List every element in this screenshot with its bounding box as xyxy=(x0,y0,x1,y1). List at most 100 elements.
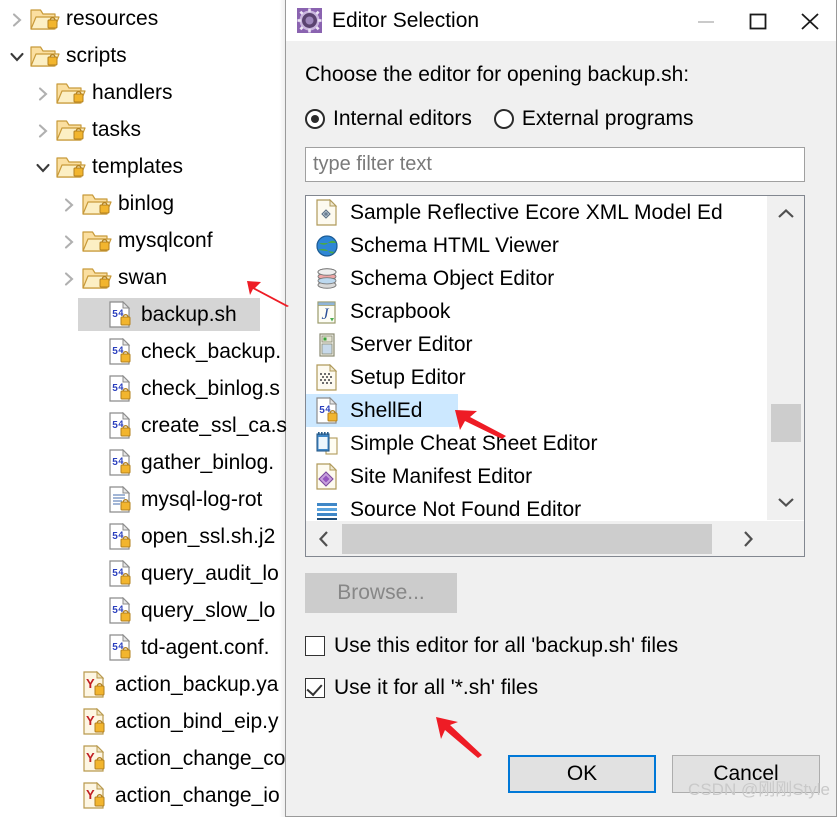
chevron-right-icon[interactable] xyxy=(58,193,80,215)
editor-type-radio-group[interactable]: Internal editors External programs xyxy=(305,107,820,131)
tree-item[interactable]: swan xyxy=(0,259,288,296)
editor-list-item[interactable]: Source Not Found Editor xyxy=(306,493,766,520)
scroll-down-icon[interactable] xyxy=(767,484,804,520)
maximize-button[interactable] xyxy=(732,0,784,41)
editor-list-item[interactable]: J Scrapbook xyxy=(306,295,766,328)
tree-item[interactable]: 5 4 check_backup. xyxy=(0,333,288,370)
tree-item[interactable]: 5 4 open_ssl.sh.j2 xyxy=(0,518,288,555)
chevron-right-icon[interactable] xyxy=(32,82,54,104)
scroll-up-icon[interactable] xyxy=(767,196,804,232)
checkbox-use-for-all-sh[interactable]: Use it for all '*.sh' files xyxy=(305,676,820,700)
checkbox-use-for-all-sh-box[interactable] xyxy=(305,678,325,698)
tree-item[interactable]: 5 4 create_ssl_ca.s xyxy=(0,407,288,444)
editor-list-item[interactable]: Server Editor xyxy=(306,328,766,361)
horizontal-scrollbar-thumb[interactable] xyxy=(342,524,712,554)
svg-text:5: 5 xyxy=(112,642,118,653)
folder-icon xyxy=(56,80,86,106)
tree-item-label: query_slow_lo xyxy=(141,598,276,622)
chevron-right-icon[interactable] xyxy=(58,230,80,252)
tree-item-label: scripts xyxy=(66,43,127,67)
shell-file-icon: 54 xyxy=(315,396,341,425)
editor-list-item-label: Setup Editor xyxy=(350,365,466,389)
shell-file-icon: 54 xyxy=(108,448,134,477)
radio-external-programs[interactable]: External programs xyxy=(493,107,694,131)
folder-icon xyxy=(56,154,86,180)
twisty-placeholder xyxy=(58,674,80,696)
editor-list-vertical-scrollbar[interactable] xyxy=(766,196,804,520)
dialog-title-bar[interactable]: Editor Selection xyxy=(286,0,836,41)
shell-file-icon: 54 xyxy=(108,411,134,440)
tree-item[interactable]: scripts xyxy=(0,37,288,74)
radio-external-programs-label: External programs xyxy=(521,107,694,130)
twisty-placeholder xyxy=(84,526,106,548)
editor-selection-dialog: Editor Selection Choose the editor for o… xyxy=(285,0,837,817)
close-button[interactable] xyxy=(784,0,836,41)
tree-item[interactable]: 5 4 check_binlog.s xyxy=(0,370,288,407)
checkbox-use-for-this-file-box[interactable] xyxy=(305,636,325,656)
svg-text:Y: Y xyxy=(86,750,95,765)
dialog-prompt: Choose the editor for opening backup.sh: xyxy=(305,63,690,86)
radio-internal-editors-indicator[interactable] xyxy=(305,109,325,129)
chevron-down-icon[interactable] xyxy=(32,156,54,178)
radio-internal-editors[interactable]: Internal editors xyxy=(305,107,472,131)
editor-list-item[interactable]: Site Manifest Editor xyxy=(306,460,766,493)
tree-item[interactable]: 5 4 query_slow_lo xyxy=(0,592,288,629)
tree-item[interactable]: mysqlconf xyxy=(0,222,288,259)
radio-external-programs-indicator[interactable] xyxy=(493,109,514,129)
chevron-right-icon[interactable] xyxy=(6,8,28,30)
svg-text:J: J xyxy=(322,306,330,323)
twisty-placeholder xyxy=(84,637,106,659)
svg-text:5: 5 xyxy=(112,346,118,357)
folder-icon xyxy=(82,191,112,217)
tree-item[interactable]: binlog xyxy=(0,185,288,222)
tree-item[interactable]: 5 4 gather_binlog. xyxy=(0,444,288,481)
tree-item[interactable]: templates xyxy=(0,148,288,185)
ok-button[interactable]: OK xyxy=(508,755,656,793)
cheatsheet-icon xyxy=(315,430,341,458)
tree-item[interactable]: Yaction_change_co xyxy=(0,740,288,777)
tree-item[interactable]: resources xyxy=(0,0,288,37)
source-lines-icon xyxy=(315,496,341,521)
tree-item-label: action_backup.ya xyxy=(115,672,279,696)
editor-list-item-selected[interactable]: 5 4 ShellEd xyxy=(306,394,458,427)
browse-button[interactable]: Browse... xyxy=(305,573,457,613)
chevron-right-icon[interactable] xyxy=(58,267,80,289)
editor-list-item[interactable]: Schema HTML Viewer xyxy=(306,229,766,262)
tree-item[interactable]: 5 4 query_audit_lo xyxy=(0,555,288,592)
tree-item-label: check_binlog.s xyxy=(141,376,280,400)
editor-selection-icon xyxy=(297,8,322,33)
tree-item[interactable]: Yaction_change_io xyxy=(0,777,288,814)
editor-list[interactable]: Sample Reflective Ecore XML Model Ed Sche… xyxy=(306,196,766,520)
tree-item[interactable]: 5 4 td-agent.conf. xyxy=(0,629,288,666)
shell-file-icon: 54 xyxy=(108,374,134,403)
tree-item[interactable]: tasks xyxy=(0,111,288,148)
tree-item[interactable]: Yaction_bind_eip.y xyxy=(0,703,288,740)
editor-list-item[interactable]: Sample Reflective Ecore XML Model Ed xyxy=(306,196,766,229)
vertical-scrollbar-thumb[interactable] xyxy=(771,404,801,442)
editor-list-item[interactable]: Setup Editor xyxy=(306,361,766,394)
shell-file-icon: 54 xyxy=(108,596,134,625)
scroll-right-icon[interactable] xyxy=(730,521,766,556)
editor-list-item-label: Schema HTML Viewer xyxy=(350,233,559,257)
svg-text:5: 5 xyxy=(112,457,118,468)
svg-text:5: 5 xyxy=(112,531,118,542)
editor-list-item[interactable]: Schema Object Editor xyxy=(306,262,766,295)
project-explorer-tree[interactable]: resources scripts handlers tasks templates bi… xyxy=(0,0,288,817)
scroll-left-icon[interactable] xyxy=(306,521,342,556)
folder-icon xyxy=(56,117,86,143)
tree-item[interactable]: Yaction_backup.ya xyxy=(0,666,288,703)
tree-item-label: open_ssl.sh.j2 xyxy=(141,524,276,548)
tree-item-selected[interactable]: 5 4 backup.sh xyxy=(0,296,288,333)
checkbox-use-for-this-file[interactable]: Use this editor for all 'backup.sh' file… xyxy=(305,634,820,658)
tree-item[interactable]: mysql-log-rot xyxy=(0,481,288,518)
chevron-right-icon[interactable] xyxy=(32,119,54,141)
filter-input[interactable] xyxy=(305,147,805,182)
chevron-down-icon[interactable] xyxy=(6,45,28,67)
tree-item[interactable]: handlers xyxy=(0,74,288,111)
twisty-placeholder xyxy=(84,341,106,363)
editor-list-item[interactable]: Simple Cheat Sheet Editor xyxy=(306,427,766,460)
editor-list-box[interactable]: Sample Reflective Ecore XML Model Ed Sche… xyxy=(305,195,805,557)
editor-list-horizontal-scrollbar[interactable] xyxy=(306,520,804,556)
yaml-file-icon: Y xyxy=(82,707,108,736)
minimize-button[interactable] xyxy=(680,0,732,41)
